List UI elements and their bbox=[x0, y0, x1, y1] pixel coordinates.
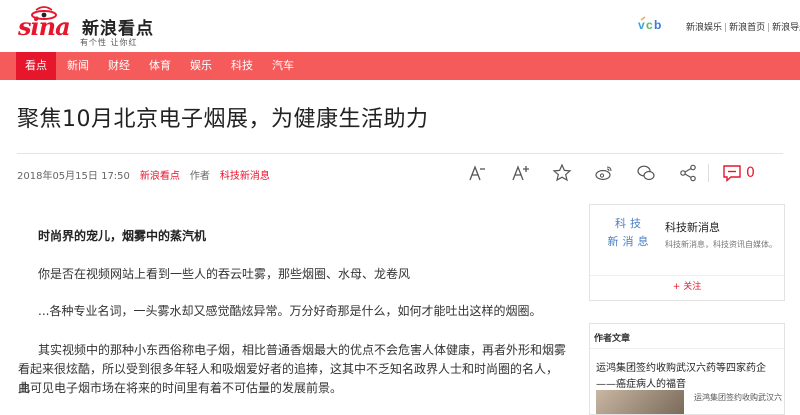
article-meta: 2018年05月15日 17:50 新浪看点 作者 科技新消息 bbox=[17, 167, 280, 182]
author-avatar[interactable]: 科技 新消息 bbox=[600, 215, 660, 267]
nav-item-sports[interactable]: 体育 bbox=[142, 52, 178, 80]
nav-item-ent[interactable]: 娱乐 bbox=[183, 52, 219, 80]
article-title: 聚焦10月北京电子烟展，为健康生活助力 bbox=[17, 107, 429, 132]
font-decrease-icon bbox=[469, 165, 485, 181]
favorite-button[interactable] bbox=[552, 163, 572, 183]
nav-item-news[interactable]: 新闻 bbox=[60, 52, 96, 80]
share-button[interactable] bbox=[678, 163, 698, 183]
article-subheading: 时尚界的宠儿，烟雾中的蒸汽机 bbox=[38, 229, 207, 243]
author-articles-heading: 作者文章 bbox=[594, 334, 631, 344]
weibo-share-button[interactable] bbox=[594, 163, 614, 183]
wechat-icon bbox=[637, 165, 655, 181]
author-articles-divider bbox=[590, 348, 784, 349]
weibo-icon bbox=[595, 166, 612, 181]
comment-button[interactable] bbox=[722, 163, 742, 183]
nav-item-tech[interactable]: 科技 bbox=[224, 52, 260, 80]
font-increase-icon bbox=[512, 165, 529, 181]
top-link-home[interactable]: 新浪首页 bbox=[729, 23, 765, 33]
channel-nav: 看点 新闻 财经 体育 娱乐 科技 汽车 bbox=[0, 52, 800, 80]
wechat-share-button[interactable] bbox=[636, 163, 656, 183]
author-card-name[interactable]: 科技新消息 bbox=[665, 219, 720, 235]
avatar-text-line-2: 新消息 bbox=[607, 235, 653, 248]
follow-button[interactable]: + 关注 bbox=[590, 275, 784, 300]
logo-brand-text: 新浪看点 bbox=[82, 19, 154, 39]
author-article-headline-cont[interactable]: ——癌症病人的福音 bbox=[596, 375, 686, 390]
top-links: 新浪娱乐|新浪首页|新浪导航 bbox=[686, 20, 800, 33]
article-paragraph: 你是否在视频网站上看到一些人的吞云吐雾，那些烟圈、水母、龙卷风 bbox=[38, 267, 411, 281]
title-divider bbox=[17, 153, 783, 154]
sina-kandian-logo[interactable]: sina 新浪看点 有个性 让你红 bbox=[18, 6, 168, 47]
comment-count[interactable]: 0 bbox=[746, 165, 755, 181]
share-icon bbox=[680, 164, 696, 182]
nav-item-finance[interactable]: 财经 bbox=[101, 52, 137, 80]
author-label: 作者 bbox=[189, 171, 210, 182]
nav-item-auto[interactable]: 汽车 bbox=[265, 52, 301, 80]
site-header: sina 新浪看点 有个性 让你红 v c b 新浪娱乐|新浪首页|新浪导航 bbox=[0, 0, 800, 52]
author-article-sub-headline[interactable]: 运鸿集团签约收购武汉六 bbox=[694, 392, 782, 403]
author-article-thumbnail[interactable] bbox=[596, 390, 684, 414]
logo-sina-text: sina bbox=[18, 12, 71, 41]
top-link-separator: | bbox=[724, 23, 728, 33]
svg-text:c: c bbox=[646, 18, 653, 32]
article-source-link[interactable]: 新浪看点 bbox=[140, 171, 180, 182]
author-articles-box: 作者文章 运鸿集团签约收购武汉六药等四家药企 ——癌症病人的福音 运鸿集团签约收… bbox=[589, 323, 785, 415]
article-date: 2018年05月15日 17:50 bbox=[17, 171, 130, 182]
top-link-ent[interactable]: 新浪娱乐 bbox=[686, 23, 722, 33]
favorite-star-icon bbox=[552, 163, 572, 182]
article-paragraph: 其实视频中的那种小东西俗称电子烟，相比普通香烟最大的优点不会危害人体健康，再者外… bbox=[38, 343, 567, 357]
article-paragraph: ...各种专业名词，一头雾水却又感觉酷炫异常。万分好奇那是什么，如何才能吐出这样… bbox=[38, 304, 542, 318]
author-article-headline[interactable]: 运鸿集团签约收购武汉六药等四家药企 bbox=[596, 359, 766, 374]
toolbar-divider bbox=[708, 164, 709, 182]
avatar-text-line-1: 科技 bbox=[615, 217, 645, 230]
article-paragraph: 此可见电子烟市场在将来的时间里有着不可估量的发展前景。 bbox=[18, 381, 343, 395]
author-name-link[interactable]: 科技新消息 bbox=[220, 171, 270, 182]
author-card: 科技 新消息 科技新消息 科技新消息，科技资讯自媒体。 + 关注 bbox=[589, 204, 785, 301]
svg-text:b: b bbox=[654, 18, 661, 32]
author-card-desc: 科技新消息，科技资讯自媒体。 bbox=[665, 240, 777, 249]
top-link-separator: | bbox=[767, 23, 771, 33]
font-decrease-button[interactable] bbox=[467, 163, 487, 183]
vcb-logo-icon[interactable]: v c b bbox=[637, 16, 669, 34]
top-link-nav[interactable]: 新浪导航 bbox=[772, 23, 800, 33]
nav-item-kandian[interactable]: 看点 bbox=[16, 52, 56, 80]
comment-icon bbox=[723, 165, 741, 183]
logo-slogan: 有个性 让你红 bbox=[80, 38, 138, 47]
font-increase-button[interactable] bbox=[510, 163, 530, 183]
